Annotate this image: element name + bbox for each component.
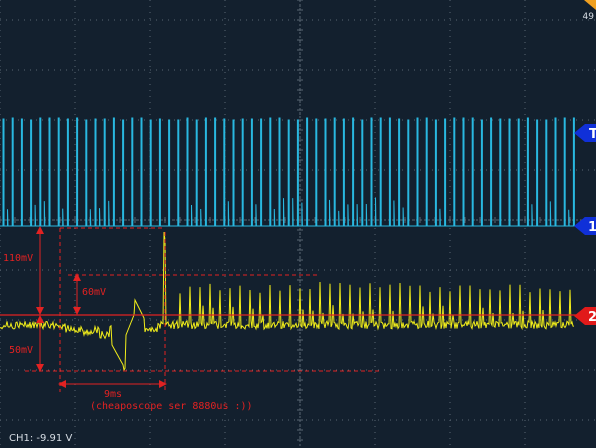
scope-note: (cheaposcope ser 8880us :)) bbox=[90, 401, 253, 412]
ch1-status-readout: CH1: -9.91 V bbox=[9, 433, 73, 444]
ch2-marker[interactable]: 2 bbox=[574, 307, 596, 325]
amp-60-label: 60mV bbox=[82, 287, 107, 298]
ch2-trace bbox=[0, 231, 575, 372]
ch1-trace bbox=[0, 117, 575, 227]
svg-text:1: 1 bbox=[588, 220, 596, 235]
arrowheads bbox=[36, 226, 167, 388]
amp-50-label: 50mV bbox=[9, 345, 34, 356]
oscilloscope-screen: T 1 2 bbox=[0, 0, 596, 448]
svg-text:T: T bbox=[589, 127, 596, 142]
amp-110-label: 110mV bbox=[3, 253, 34, 264]
top-right-readout: 49 bbox=[582, 12, 594, 22]
svg-text:2: 2 bbox=[588, 310, 596, 325]
trigger-marker[interactable]: T bbox=[574, 124, 596, 142]
corner-indicator-icon bbox=[584, 0, 596, 10]
time-9ms-label: 9ms bbox=[104, 389, 123, 400]
